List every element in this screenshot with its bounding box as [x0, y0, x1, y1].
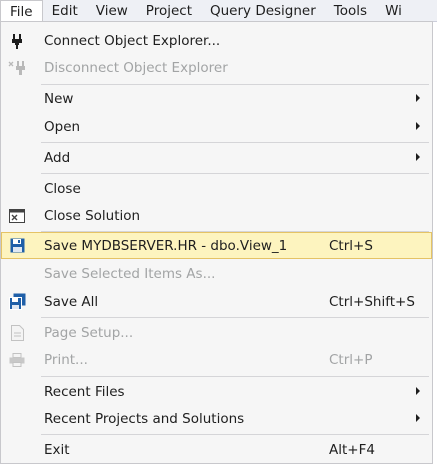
menu-item-disconnect-object-explorer[interactable]: Disconnect Object Explorer: [2, 55, 431, 80]
page-setup-icon: [8, 324, 26, 341]
menu-item-open[interactable]: Open: [2, 114, 431, 139]
menu-view[interactable]: View: [87, 0, 137, 21]
menu-item-close-solution[interactable]: Close Solution: [2, 203, 431, 228]
menu-item-exit[interactable]: Exit Alt+F4: [2, 437, 431, 462]
menu-item-save[interactable]: Save MYDBSERVER.HR - dbo.View_1 Ctrl+S: [1, 232, 432, 259]
menu-item-label: Save Selected Items As...: [44, 265, 216, 282]
menu-project[interactable]: Project: [137, 0, 201, 21]
menu-item-label: Close: [44, 180, 81, 197]
printer-icon: [8, 351, 26, 368]
close-solution-icon: [8, 207, 26, 224]
shortcut-label: Ctrl+Shift+S: [329, 293, 415, 310]
menu-item-label: Recent Files: [44, 383, 125, 400]
submenu-arrow-icon: [416, 94, 420, 102]
menu-bar: File Edit View Project Query Designer To…: [0, 0, 437, 22]
file-menu-dropdown: Connect Object Explorer... Disconnect Ob…: [0, 21, 433, 464]
menu-window[interactable]: Wi: [376, 0, 411, 21]
menu-item-label: Print...: [44, 351, 88, 368]
shortcut-label: Alt+F4: [329, 441, 375, 458]
menu-item-new[interactable]: New: [2, 86, 431, 111]
separator: [41, 434, 429, 435]
menu-item-add[interactable]: Add: [2, 145, 431, 170]
menu-item-recent-files[interactable]: Recent Files: [2, 379, 431, 404]
menu-item-label: New: [44, 90, 74, 107]
menu-item-label: Disconnect Object Explorer: [44, 59, 228, 76]
submenu-arrow-icon: [416, 153, 420, 161]
unplug-icon: [8, 59, 26, 76]
menu-item-label: Close Solution: [44, 207, 141, 224]
menu-item-label: Exit: [44, 441, 70, 458]
separator: [41, 317, 429, 318]
menu-item-connect-object-explorer[interactable]: Connect Object Explorer...: [2, 28, 431, 53]
separator: [41, 376, 429, 377]
menu-item-close[interactable]: Close: [2, 176, 431, 201]
menu-item-label: Connect Object Explorer...: [44, 32, 221, 49]
separator: [41, 173, 429, 174]
menu-item-label: Recent Projects and Solutions: [44, 410, 245, 427]
menu-tools[interactable]: Tools: [325, 0, 376, 21]
menu-query-designer[interactable]: Query Designer: [201, 0, 325, 21]
menu-item-print[interactable]: Print... Ctrl+P: [2, 347, 431, 372]
menu-item-label: Add: [44, 149, 71, 166]
menu-item-label: Save MYDBSERVER.HR - dbo.View_1: [44, 237, 288, 254]
separator: [41, 84, 429, 85]
menu-item-save-selected-as[interactable]: Save Selected Items As...: [2, 261, 431, 286]
shortcut-label: Ctrl+P: [329, 351, 373, 368]
submenu-arrow-icon: [416, 387, 420, 395]
submenu-arrow-icon: [416, 414, 420, 422]
separator: [41, 142, 429, 143]
menu-item-label: Open: [44, 118, 81, 135]
menu-item-label: Page Setup...: [44, 324, 134, 341]
menu-item-recent-projects[interactable]: Recent Projects and Solutions: [2, 406, 431, 431]
submenu-arrow-icon: [416, 122, 420, 130]
save-all-icon: [8, 293, 26, 310]
menu-file[interactable]: File: [0, 0, 43, 21]
plug-icon: [8, 32, 26, 49]
menu-item-label: Save All: [44, 293, 99, 310]
floppy-disk-icon: [8, 237, 26, 254]
separator: [41, 231, 429, 232]
menu-edit[interactable]: Edit: [43, 0, 87, 21]
menu-item-page-setup[interactable]: Page Setup...: [2, 320, 431, 345]
shortcut-label: Ctrl+S: [329, 237, 373, 254]
menu-item-save-all[interactable]: Save All Ctrl+Shift+S: [2, 289, 431, 314]
